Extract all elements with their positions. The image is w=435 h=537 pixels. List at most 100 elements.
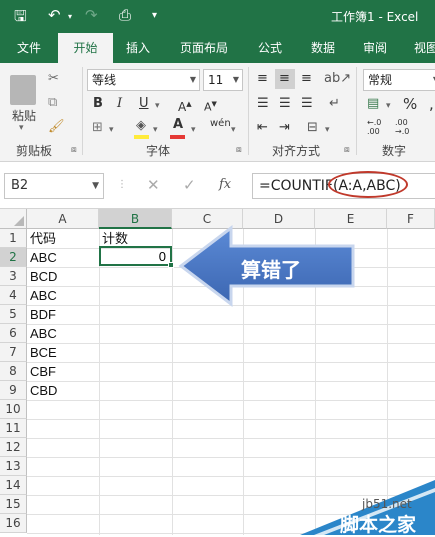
more-options-icon[interactable]: ⋮ xyxy=(117,179,127,190)
tab-data[interactable]: 数据 xyxy=(311,33,335,63)
phonetic-dropdown-icon[interactable]: ▾ xyxy=(231,125,236,135)
font-color-dropdown-icon[interactable]: ▾ xyxy=(191,125,196,135)
tab-home[interactable]: 开始 xyxy=(58,33,113,63)
fill-color-icon[interactable]: ◈ xyxy=(136,116,146,136)
format-painter-icon[interactable]: 🖌 xyxy=(48,117,65,137)
font-name-box[interactable]: 等线 ▼ xyxy=(87,69,200,91)
paste-button-label[interactable]: 粘贴 xyxy=(12,107,36,124)
watermark-name: 脚本之家 xyxy=(340,514,417,536)
borders-dropdown-icon[interactable]: ▾ xyxy=(109,125,114,135)
cell-a4[interactable]: ABC xyxy=(27,286,57,305)
undo-dropdown-icon[interactable]: ▾ xyxy=(68,12,72,21)
fill-color-dropdown-icon[interactable]: ▾ xyxy=(153,125,158,135)
row-header[interactable]: 15 xyxy=(0,495,27,514)
cut-icon[interactable]: ✂ xyxy=(48,69,59,89)
tab-page-layout[interactable]: 页面布局 xyxy=(180,33,228,63)
alignment-launcher-icon[interactable]: ⧈ xyxy=(344,145,350,155)
italic-button[interactable]: I xyxy=(117,94,122,114)
row-header[interactable]: 3 xyxy=(0,267,27,286)
row-header[interactable]: 6 xyxy=(0,324,27,343)
align-left-icon[interactable]: ☰ xyxy=(257,94,269,114)
row-header[interactable]: 4 xyxy=(0,286,27,305)
cell-a7[interactable]: BCE xyxy=(27,343,57,362)
tab-insert[interactable]: 插入 xyxy=(126,33,150,63)
increase-decimal-icon[interactable]: ←.0.00 xyxy=(367,118,381,136)
window-title: 工作簿1 - Excel xyxy=(331,10,419,24)
insert-function-button[interactable]: fx xyxy=(219,177,231,192)
row-header[interactable]: 16 xyxy=(0,514,27,533)
row-header[interactable]: 8 xyxy=(0,362,27,381)
row-header[interactable]: 11 xyxy=(0,419,27,438)
column-header-b[interactable]: B xyxy=(99,209,172,229)
cell-a1[interactable]: 代码 xyxy=(27,229,56,248)
decrease-decimal-icon[interactable]: .00 →.0 xyxy=(395,118,409,136)
chevron-down-icon[interactable]: ▼ xyxy=(233,70,239,90)
wrap-text-icon[interactable]: ↵ xyxy=(329,94,340,114)
number-format-box[interactable]: 常规▼ xyxy=(363,69,435,91)
top-align-icon[interactable]: ≡ xyxy=(257,69,268,89)
row-header[interactable]: 2 xyxy=(0,248,27,267)
row-header[interactable]: 7 xyxy=(0,343,27,362)
number-group-label: 数字 xyxy=(382,144,407,158)
decrease-indent-icon[interactable]: ⇤ xyxy=(257,118,268,138)
tab-view[interactable]: 视图 xyxy=(414,33,435,63)
borders-icon[interactable]: ⊞ xyxy=(92,118,103,138)
copy-icon[interactable]: ⧉ xyxy=(48,93,57,113)
row-header[interactable]: 1 xyxy=(0,229,27,248)
underline-button[interactable]: U xyxy=(139,94,149,114)
merge-center-icon[interactable]: ⊟ xyxy=(307,118,318,138)
active-cell-b2[interactable]: 0 xyxy=(99,246,174,268)
cell-a3[interactable]: BCD xyxy=(27,267,57,286)
comma-button[interactable]: , xyxy=(429,94,434,114)
fill-handle[interactable] xyxy=(168,262,174,268)
font-color-button[interactable]: A xyxy=(173,115,183,135)
row-header[interactable]: 5 xyxy=(0,305,27,324)
clipboard-launcher-icon[interactable]: ⧈ xyxy=(71,145,77,155)
tab-formulas[interactable]: 公式 xyxy=(258,33,282,63)
orientation-icon[interactable]: ab↗ xyxy=(324,69,351,89)
select-all-corner[interactable] xyxy=(0,209,27,229)
row-header[interactable]: 10 xyxy=(0,400,27,419)
align-right-icon[interactable]: ☰ xyxy=(301,94,313,114)
middle-align-icon[interactable]: ≡ xyxy=(279,69,290,89)
increase-indent-icon[interactable]: ⇥ xyxy=(279,118,290,138)
highlight-ellipse xyxy=(328,171,408,198)
accounting-dropdown-icon[interactable]: ▾ xyxy=(386,101,391,111)
save-icon[interactable]: 🖫 xyxy=(14,6,27,31)
print-preview-icon[interactable]: ⎙ xyxy=(119,6,131,24)
name-box-value: B2 xyxy=(11,178,29,193)
name-box[interactable]: B2 ▼ xyxy=(4,173,104,199)
tab-review[interactable]: 审阅 xyxy=(363,33,387,63)
underline-dropdown-icon[interactable]: ▾ xyxy=(155,101,160,111)
column-header-a[interactable]: A xyxy=(27,209,99,229)
font-size-box[interactable]: 11 ▼ xyxy=(203,69,243,91)
merge-dropdown-icon[interactable]: ▾ xyxy=(325,125,330,135)
bottom-align-icon[interactable]: ≡ xyxy=(301,69,312,89)
bold-button[interactable]: B xyxy=(93,94,103,114)
cell-a6[interactable]: ABC xyxy=(27,324,57,343)
paste-icon[interactable] xyxy=(10,75,36,105)
cell-a5[interactable]: BDF xyxy=(27,305,56,324)
column-header-f[interactable]: F xyxy=(387,209,435,229)
accounting-format-icon[interactable]: ▤ xyxy=(367,94,379,114)
row-header[interactable]: 9 xyxy=(0,381,27,400)
cell-a2[interactable]: ABC xyxy=(27,248,57,267)
align-center-icon[interactable]: ☰ xyxy=(279,94,291,114)
undo-icon[interactable]: ↶ xyxy=(48,6,61,24)
increase-font-icon[interactable]: A▲ xyxy=(178,94,192,117)
percent-button[interactable]: % xyxy=(403,94,417,114)
customize-qat-icon[interactable]: ▾ xyxy=(152,10,157,21)
phonetic-guide-button[interactable]: wén xyxy=(210,118,231,129)
row-header[interactable]: 12 xyxy=(0,438,27,457)
paste-dropdown-icon[interactable]: ▾ xyxy=(19,123,24,133)
row-header[interactable]: 13 xyxy=(0,457,27,476)
cell-a8[interactable]: CBF xyxy=(27,362,56,381)
tab-file[interactable]: 文件 xyxy=(17,33,41,63)
decrease-font-icon[interactable]: A▼ xyxy=(204,94,217,118)
chevron-down-icon[interactable]: ▼ xyxy=(190,70,196,90)
active-cell-value: 0 xyxy=(158,249,166,264)
cell-a9[interactable]: CBD xyxy=(27,381,57,400)
chevron-down-icon[interactable]: ▼ xyxy=(92,174,99,198)
row-header[interactable]: 14 xyxy=(0,476,27,495)
font-launcher-icon[interactable]: ⧈ xyxy=(236,145,242,155)
